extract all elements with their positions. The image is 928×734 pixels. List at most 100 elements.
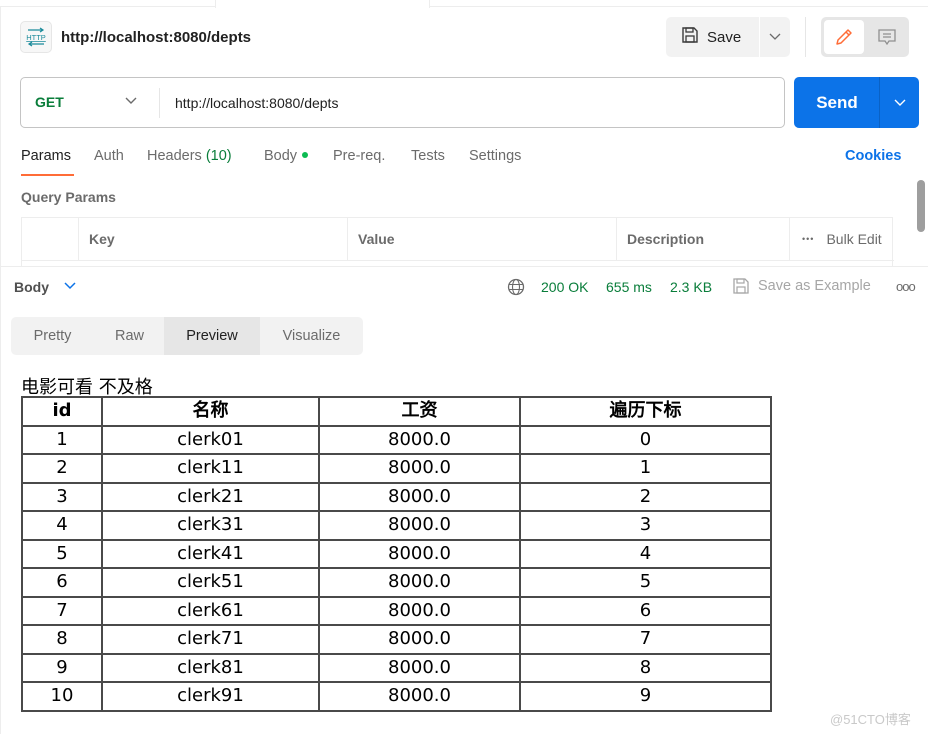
divider — [159, 88, 160, 118]
tab-body-label: Body — [264, 148, 298, 164]
cell-id: 4 — [21, 510, 103, 541]
column-value: Value — [348, 218, 617, 260]
send-options-button[interactable] — [879, 77, 919, 128]
method-select[interactable]: GET — [35, 94, 64, 110]
scrollbar-thumb[interactable] — [917, 180, 925, 232]
active-tab-indicator — [21, 174, 74, 176]
url-bar: GET — [20, 77, 785, 128]
cell-salary: 8000.0 — [318, 681, 521, 712]
cell-id: 9 — [21, 652, 103, 683]
tab-headers[interactable]: Headers (10) — [147, 148, 232, 164]
cell-salary: 8000.0 — [318, 652, 521, 683]
tab-pre-request[interactable]: Pre-req. — [333, 148, 385, 164]
tab-raw[interactable]: Raw — [94, 317, 165, 355]
url-input[interactable] — [175, 92, 765, 114]
cell-index: 4 — [519, 538, 772, 569]
table-row: 3 clerk21 8000.0 2 — [21, 481, 772, 512]
response-divider[interactable] — [0, 266, 928, 267]
save-as-example-label: Save as Example — [758, 278, 871, 294]
chevron-down-icon — [769, 33, 781, 40]
tab-visualize[interactable]: Visualize — [260, 317, 363, 355]
status-code[interactable]: 200 OK — [541, 279, 588, 295]
checkbox-column — [22, 218, 79, 260]
cell-salary: 8000.0 — [318, 510, 521, 541]
table-row: 7 clerk61 8000.0 6 — [21, 595, 772, 626]
save-icon — [681, 26, 699, 48]
cell-index: 7 — [519, 624, 772, 655]
cell-index: 6 — [519, 595, 772, 626]
comment-icon — [878, 29, 896, 46]
column-description: Description — [617, 218, 790, 260]
chevron-down-icon[interactable] — [63, 281, 77, 291]
tab-pretty[interactable]: Pretty — [11, 317, 94, 355]
active-request-tab[interactable] — [215, 0, 430, 8]
save-as-example-button[interactable]: Save as Example — [732, 277, 871, 295]
pencil-icon — [836, 29, 852, 45]
cookies-link[interactable]: Cookies — [845, 148, 901, 164]
send-button[interactable]: Send — [794, 77, 879, 128]
cell-index: 8 — [519, 652, 772, 683]
cell-name: clerk21 — [101, 481, 320, 512]
tab-body[interactable]: Body — [264, 148, 309, 164]
tab-settings[interactable]: Settings — [469, 148, 521, 164]
watermark: @51CTO博客 — [830, 712, 911, 727]
more-options-icon[interactable]: ooo — [896, 279, 916, 294]
chevron-down-icon[interactable] — [124, 96, 138, 106]
mode-toggle — [821, 17, 909, 57]
table-row: 1 clerk01 8000.0 0 — [21, 424, 772, 455]
cell-salary: 8000.0 — [318, 424, 521, 455]
cell-id: 3 — [21, 481, 103, 512]
table-header-row: id 名称 工资 遍历下标 — [21, 396, 772, 427]
divider — [805, 17, 806, 57]
cell-index: 0 — [519, 424, 772, 455]
body-indicator-dot — [302, 152, 309, 158]
tab-auth[interactable]: Auth — [94, 148, 124, 164]
cell-id: 6 — [21, 567, 103, 598]
edit-mode-button[interactable] — [824, 20, 864, 54]
tab-params[interactable]: Params — [21, 148, 71, 164]
save-options-button[interactable] — [760, 17, 790, 57]
cell-name: clerk61 — [101, 595, 320, 626]
cell-index: 5 — [519, 567, 772, 598]
cell-id: 1 — [21, 424, 103, 455]
query-params-heading: Query Params — [21, 189, 116, 205]
response-time[interactable]: 655 ms — [606, 279, 652, 295]
tab-tests[interactable]: Tests — [411, 148, 445, 164]
cell-name: clerk71 — [101, 624, 320, 655]
top-tab-strip — [0, 0, 928, 7]
table-row: 2 clerk11 8000.0 1 — [21, 453, 772, 484]
tab-preview[interactable]: Preview — [164, 317, 260, 355]
bulk-edit-label: Bulk Edit — [826, 231, 882, 247]
cell-index: 9 — [519, 681, 772, 712]
cell-name: clerk31 — [101, 510, 320, 541]
cell-id: 5 — [21, 538, 103, 569]
cell-index: 1 — [519, 453, 772, 484]
preview-table: id 名称 工资 遍历下标 1 clerk01 8000.0 0 2 clerk11 800… — [21, 396, 772, 712]
table-row: 8 clerk71 8000.0 7 — [21, 624, 772, 655]
cell-id: 10 — [21, 681, 103, 712]
cell-name: clerk11 — [101, 453, 320, 484]
svg-text:HTTP: HTTP — [26, 33, 46, 42]
cell-salary: 8000.0 — [318, 624, 521, 655]
headers-count: (10) — [205, 148, 232, 164]
cell-name: clerk01 — [101, 424, 320, 455]
more-icon[interactable]: ••• — [802, 234, 814, 244]
table-row: 6 clerk51 8000.0 5 — [21, 567, 772, 598]
cell-id: 7 — [21, 595, 103, 626]
cell-salary: 8000.0 — [318, 453, 521, 484]
table-row: 4 clerk31 8000.0 3 — [21, 510, 772, 541]
cell-name: clerk91 — [101, 681, 320, 712]
cell-name: clerk81 — [101, 652, 320, 683]
request-title[interactable]: http://localhost:8080/depts — [61, 29, 251, 46]
column-index: 遍历下标 — [519, 396, 772, 427]
tab-headers-label: Headers — [147, 148, 202, 164]
comment-mode-button[interactable] — [868, 20, 906, 54]
bulk-edit-button[interactable]: ••• Bulk Edit — [790, 218, 894, 260]
cell-name: clerk51 — [101, 567, 320, 598]
response-size[interactable]: 2.3 KB — [670, 279, 712, 295]
response-body-dropdown[interactable]: Body — [14, 279, 49, 295]
cell-id: 2 — [21, 453, 103, 484]
save-button[interactable]: Save — [666, 17, 759, 57]
globe-icon[interactable] — [507, 278, 525, 296]
query-params-table: Key Value Description ••• Bulk Edit — [21, 217, 894, 267]
